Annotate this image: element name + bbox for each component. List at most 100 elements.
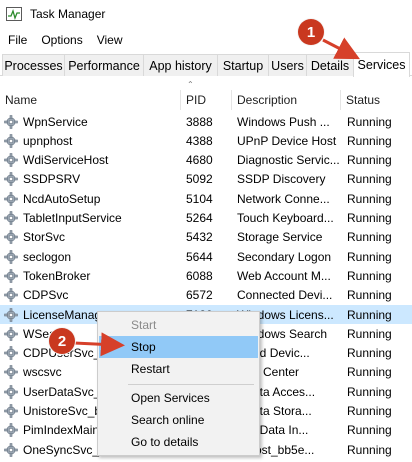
context-menu: Start Stop Restart Open Services Search … [97,311,260,456]
table-row[interactable]: CDPSvc 6572 Connected Devi... Running [0,286,412,305]
tab-performance[interactable]: Performance [64,54,144,76]
service-name: seclogon [4,247,181,266]
service-name-text: seclogon [23,249,72,264]
service-description: Secondary Logon [237,249,332,264]
service-pid: 4680 [186,153,213,168]
service-name-text: NcdAutoSetup [23,191,101,206]
service-status: Running [347,172,392,187]
service-name-text: CDPSvc [23,288,69,303]
service-name: TabletInputService [4,209,181,228]
gear-icon [4,288,18,302]
gear-icon [4,191,18,206]
service-pid: 4388 [186,133,213,148]
table-row[interactable]: TabletInputService 5264 Touch Keyboard... R… [0,209,412,228]
tab-processes[interactable]: Processes [2,54,65,76]
service-status: Running [347,365,392,380]
tab-users[interactable]: Users [268,54,307,76]
tab-startup[interactable]: Startup [217,54,269,76]
service-status: Running [347,230,392,245]
service-name-text: StorSvc [23,230,66,245]
service-name-text: UserDataSvc_b [23,384,108,399]
table-row[interactable]: upnphost 4388 UPnP Device Host Running [0,131,412,150]
service-description: Connected Devi... [237,288,333,303]
menu-item-start[interactable]: Start [99,314,258,336]
service-name-text: LicenseManag [23,307,102,322]
service-pid: 5104 [186,191,213,206]
table-row[interactable]: StorSvc 5432 Storage Service Running [0,228,412,247]
service-pid: 5432 [186,230,213,245]
column-header-name[interactable]: Name [0,90,181,110]
service-status: Running [347,307,392,322]
service-name-text: SSDPSRV [23,172,81,187]
tab-strip: Processes Performance App history Startu… [0,52,412,77]
menu-view[interactable]: View [91,33,131,47]
service-pid: 6572 [186,288,213,303]
table-header: Name PID Description Status [0,90,412,110]
menu-options[interactable]: Options [35,33,90,47]
service-status: Running [347,288,392,303]
table-row[interactable]: NcdAutoSetup 5104 Network Conne... Running [0,189,412,208]
gear-icon [4,172,18,187]
gear-icon [4,211,18,225]
menu-item-open-services[interactable]: Open Services [99,387,258,409]
service-pid: 3888 [186,114,213,129]
menu-bar: File Options View [0,30,131,50]
tab-details[interactable]: Details [306,54,354,76]
gear-icon [4,326,18,341]
service-status: Running [347,191,392,206]
column-header-pid[interactable]: PID [181,90,232,110]
service-description: SSDP Discovery [237,172,326,187]
service-status: Running [347,268,392,283]
service-status: Running [347,211,392,225]
service-description: Web Account M... [237,268,331,283]
table-row[interactable]: seclogon 5644 Secondary Logon Running [0,247,412,266]
tab-app-history[interactable]: App history [143,54,218,76]
menu-item-stop[interactable]: Stop [99,336,258,358]
service-status: Running [347,442,392,457]
service-pid: 5264 [186,211,213,225]
tab-services[interactable]: Services [353,52,410,77]
gear-icon [4,269,18,283]
service-description: UPnP Device Host [237,133,337,148]
gear-icon [4,307,18,322]
menu-item-go-to-details[interactable]: Go to details [99,431,258,453]
service-name: TokenBroker [4,266,181,285]
service-pid: 6088 [186,268,213,283]
service-name: CDPSvc [4,286,181,305]
menu-separator [128,384,254,385]
gear-icon [4,404,18,418]
table-row[interactable]: WdiServiceHost 4680 Diagnostic Servic... Ru… [0,151,412,170]
service-status: Running [347,326,392,341]
service-description: Diagnostic Servic... [237,153,339,168]
gear-icon [4,384,18,399]
column-header-status[interactable]: Status [341,90,412,110]
service-status: Running [347,133,392,148]
service-name-text: OneSyncSvc_b [23,442,106,457]
gear-icon [4,365,18,380]
service-status: Running [347,249,392,264]
table-row[interactable]: SSDPSRV 5092 SSDP Discovery Running [0,170,412,189]
service-name: StorSvc [4,228,181,247]
service-status: Running [347,384,392,399]
gear-icon [4,423,18,438]
title-bar: Task Manager [0,0,412,28]
gear-icon [4,249,18,264]
service-name: upnphost [4,131,181,150]
gear-icon [4,153,18,167]
gear-icon [4,133,18,148]
service-name-text: UnistoreSvc_b [23,404,102,418]
gear-icon [4,230,18,245]
service-status: Running [347,423,392,438]
menu-file[interactable]: File [0,33,35,47]
window-title: Task Manager [30,7,106,21]
service-name-text: PimIndexMain [23,423,100,438]
table-row[interactable]: TokenBroker 6088 Web Account M... Running [0,266,412,285]
service-name-text: WdiServiceHost [23,153,109,168]
menu-item-search-online[interactable]: Search online [99,409,258,431]
service-name-text: WpnService [23,114,88,129]
gear-icon [4,346,18,360]
menu-item-restart[interactable]: Restart [99,358,258,380]
column-header-description[interactable]: Description [232,90,341,110]
service-name: SSDPSRV [4,170,181,189]
table-row[interactable]: WpnService 3888 Windows Push ... Running [0,112,412,131]
